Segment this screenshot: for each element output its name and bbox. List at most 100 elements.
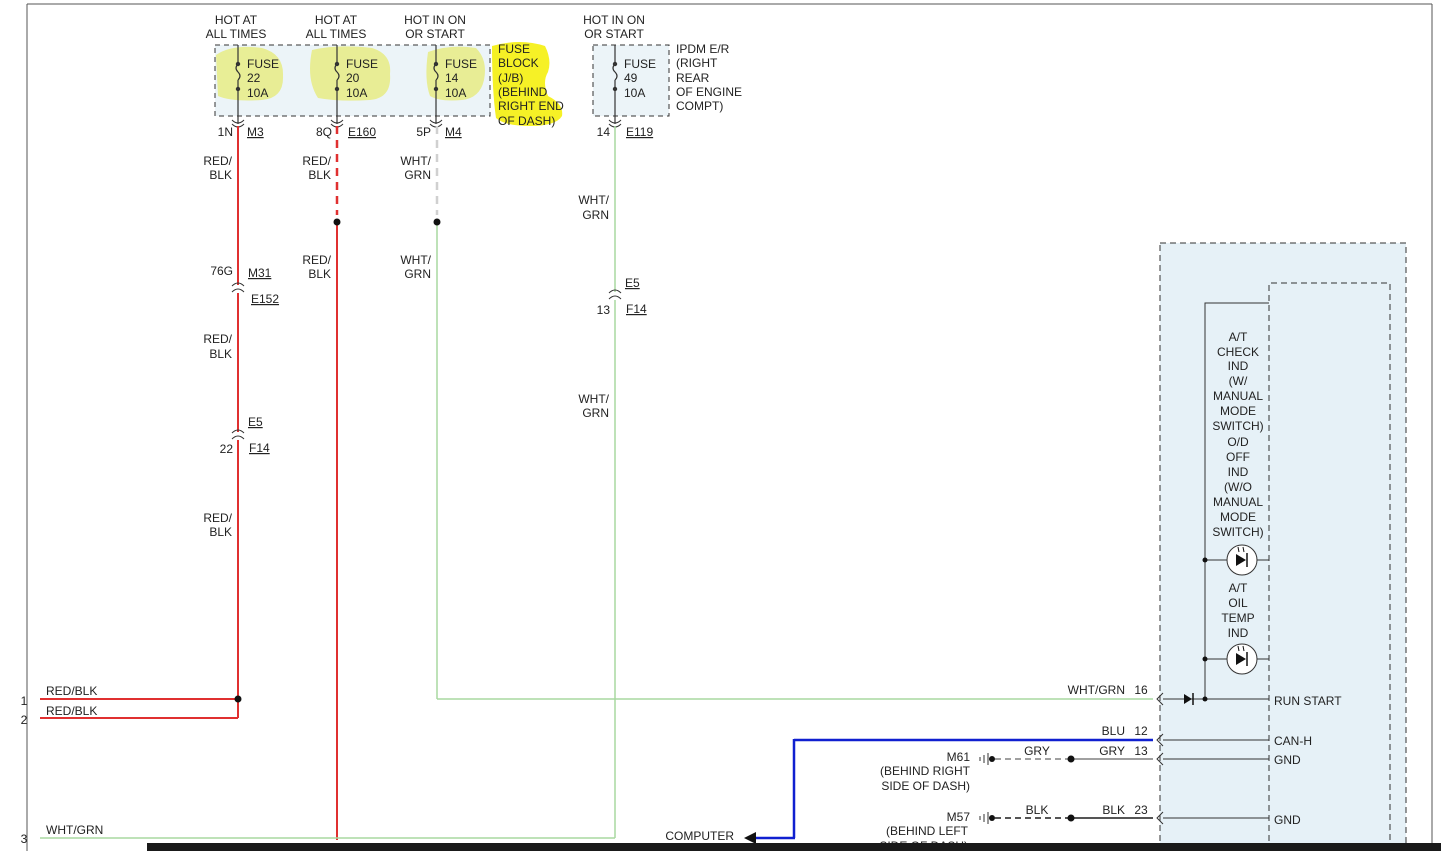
wire-color-labels: RED/ BLK RED/ BLK RED/ BLK RED/ BLK RED/… (203, 154, 609, 539)
fuse-block-label-4: (BEHIND (498, 85, 548, 99)
fuse-22-number: 22 (247, 71, 261, 85)
ipdm-label-4: OF ENGINE (676, 85, 742, 99)
ground-m57-node (989, 815, 995, 821)
ipdm-label-3: REAR (676, 71, 710, 85)
ground-m61-loc1: (BEHIND RIGHT (880, 764, 971, 778)
connector-e152: E152 (251, 292, 279, 306)
fuse-block-label-6: OF DASH) (498, 114, 555, 128)
fuse-22-node-top (235, 61, 241, 67)
pin-13-wire-color: GRY (1099, 744, 1125, 758)
connector-e119: E119 (626, 125, 653, 139)
row-3-number: 3 (21, 832, 28, 846)
fuse-20-amps: 10A (346, 86, 367, 100)
fuse-22-amps: 10A (247, 86, 268, 100)
wire-label-red-2a-l1: RED/ (302, 154, 331, 168)
ipdm-label: IPDM E/R (RIGHT REAR OF ENGINE COMPT) (676, 42, 742, 113)
pin-12-name: CAN-H (1274, 734, 1312, 748)
wire-label-red-1b-l1: RED/ (203, 332, 232, 346)
ground-m61-loc2: SIDE OF DASH) (881, 779, 970, 793)
pin-13-number: 13 (1134, 744, 1148, 758)
wire-label-red-1a-l1: RED/ (203, 154, 232, 168)
ground-m61-icon (979, 753, 989, 765)
supply-3-line1: HOT IN ON (404, 13, 466, 27)
pin-12-number: 12 (1134, 724, 1148, 738)
supply-2-line2: ALL TIMES (306, 27, 367, 41)
ground-m61-id: M61 (947, 750, 971, 764)
ground-m57-loc1: (BEHIND LEFT (886, 824, 969, 838)
fuse-block-label-3: (J/B) (498, 71, 523, 85)
horizontal-scrollbar[interactable] (147, 843, 1441, 851)
connector-m4: M4 (445, 125, 462, 139)
wire-label-grn-4b-l1: WHT/ (578, 392, 609, 406)
ground-m61-node (989, 756, 995, 762)
row-2-label: RED/BLK (46, 704, 97, 718)
ground-m57-wire-color: BLK (1026, 803, 1049, 817)
ind1-line-1: A/T (1229, 330, 1248, 344)
fuse-block-label-2: BLOCK (498, 56, 539, 70)
fuse-49-node-top (612, 61, 618, 67)
wire-label-red-2a-l2: BLK (308, 168, 331, 182)
led-2-node (1202, 656, 1208, 662)
wire-label-red-2b-l2: BLK (308, 267, 331, 281)
pin-16-wire-color: WHT/GRN (1068, 683, 1125, 697)
ind1-line-11: (W/O (1224, 480, 1252, 494)
wire-label-red-2b-l1: RED/ (302, 253, 331, 267)
pin-1n: 1N (218, 125, 233, 139)
ind1-line-3: IND (1228, 359, 1249, 373)
ind2-line-3: TEMP (1221, 611, 1254, 625)
ind1-line-14: SWITCH) (1212, 525, 1263, 539)
pin-12-wire-color: BLU (1102, 724, 1125, 738)
computer-arrow-icon (744, 832, 756, 844)
supply-3-line2: OR START (405, 27, 465, 41)
wire-label-grn-3b-l2: GRN (404, 267, 431, 281)
wire-label-grn-3a-l1: WHT/ (400, 154, 431, 168)
connector-e160: E160 (348, 125, 376, 139)
fuse-block-label-5: RIGHT END (498, 99, 564, 113)
ind1-line-7: SWITCH) (1212, 419, 1263, 433)
fuse-49-amps: 10A (624, 86, 645, 100)
splice-row-1 (234, 695, 242, 703)
ind2-line-1: A/T (1229, 581, 1248, 595)
wire-label-red-1c-l2: BLK (209, 525, 232, 539)
supply-4-line2: OR START (584, 27, 644, 41)
fuse-14-amps: 10A (445, 86, 466, 100)
splice-red-2 (333, 218, 341, 226)
pin-23-wire-color: BLK (1102, 803, 1125, 817)
row-1-label: RED/BLK (46, 684, 97, 698)
splice-grn-3 (433, 218, 441, 226)
wire-label-grn-4a-l1: WHT/ (578, 193, 609, 207)
fuse-block-label-1: FUSE (498, 42, 530, 56)
fuse-20-label: FUSE (346, 57, 378, 71)
ind1-line-10: IND (1228, 465, 1249, 479)
connector-e5-b: E5 (625, 276, 640, 290)
ind1-line-13: MODE (1220, 510, 1256, 524)
supply-1-line2: ALL TIMES (206, 27, 267, 41)
pin-13: 13 (597, 303, 611, 317)
fuse-14-number: 14 (445, 71, 459, 85)
computer-label: COMPUTER (665, 829, 734, 843)
connector-f14-a: F14 (249, 441, 270, 455)
connector-m3: M3 (247, 125, 264, 139)
wire-label-grn-4b-l2: GRN (582, 406, 609, 420)
ind1-line-2: CHECK (1217, 345, 1259, 359)
ind2-line-2: OIL (1228, 596, 1248, 610)
ind1-line-8: O/D (1227, 435, 1249, 449)
splice-gry (1067, 755, 1075, 763)
pin-23-name: GND (1274, 813, 1301, 827)
ground-m57-id: M57 (947, 810, 971, 824)
supply-2-line1: HOT AT (315, 13, 358, 27)
pin-14: 14 (597, 125, 611, 139)
pin-5p: 5P (416, 125, 431, 139)
ipdm-label-5: COMPT) (676, 99, 723, 113)
ground-m61-wire-color: GRY (1024, 744, 1050, 758)
connector-m31: M31 (248, 266, 272, 280)
ind1-line-9: OFF (1226, 450, 1250, 464)
pin-23-number: 23 (1134, 803, 1148, 817)
wire-label-red-1c-l1: RED/ (203, 511, 232, 525)
fuse-20-node-top (334, 61, 340, 67)
wire-label-grn-3a-l2: GRN (404, 168, 431, 182)
ind1-line-5: MANUAL (1213, 389, 1263, 403)
pin-13-name: GND (1274, 753, 1301, 767)
connector-e5-a: E5 (248, 415, 263, 429)
row-3-label: WHT/GRN (46, 823, 103, 837)
